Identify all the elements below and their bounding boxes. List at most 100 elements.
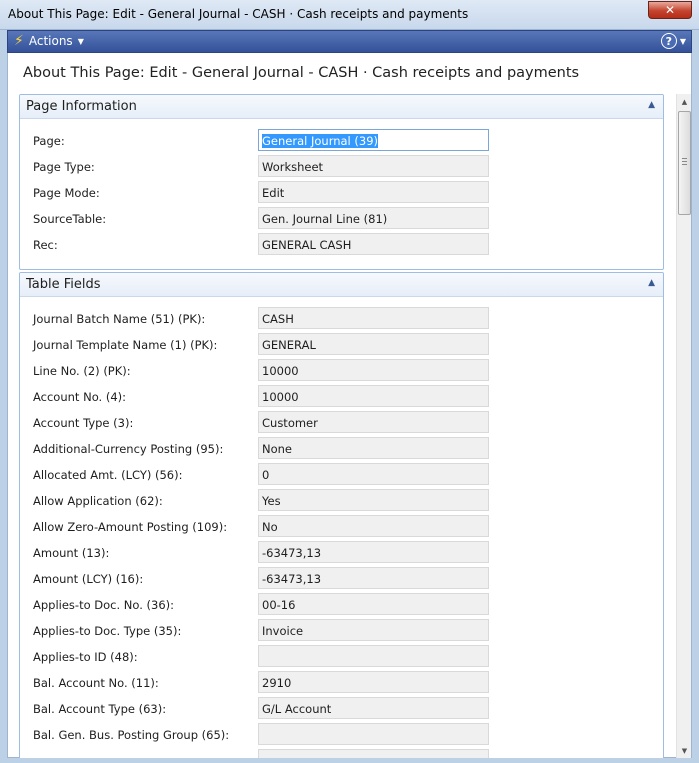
- field-row: Bal. Account Type (63): G/L Account: [20, 696, 663, 722]
- close-button[interactable]: ✕: [648, 1, 692, 19]
- field-value[interactable]: No: [258, 515, 489, 537]
- fasttab-title: Table Fields: [26, 277, 101, 292]
- field-row: [20, 748, 663, 758]
- field-value[interactable]: 2910: [258, 671, 489, 693]
- field-row: Amount (13): -63473,13: [20, 540, 663, 566]
- field-value[interactable]: 10000: [258, 359, 489, 381]
- page-content: About This Page: Edit - General Journal …: [7, 53, 692, 758]
- field-label: Bal. Account Type (63):: [33, 702, 167, 716]
- grip-line: [682, 158, 687, 159]
- field-value[interactable]: G/L Account: [258, 697, 489, 719]
- field-row: Amount (LCY) (16): -63473,13: [20, 566, 663, 592]
- field-row: Allow Application (62): Yes: [20, 488, 663, 514]
- field-label: Journal Template Name (1) (PK):: [33, 338, 218, 352]
- chevron-up-icon[interactable]: ▲: [648, 100, 655, 110]
- fasttab-title: Page Information: [26, 99, 137, 114]
- field-label: Allocated Amt. (LCY) (56):: [33, 468, 183, 482]
- field-value[interactable]: -63473,13: [258, 567, 489, 589]
- scroll-thumb[interactable]: [678, 111, 691, 215]
- grip-line: [682, 164, 687, 165]
- field-value[interactable]: None: [258, 437, 489, 459]
- field-label: Bal. Account No. (11):: [33, 676, 159, 690]
- help-icon: ?: [660, 33, 677, 49]
- field-label: SourceTable:: [33, 212, 107, 226]
- field-label: Additional-Currency Posting (95):: [33, 442, 224, 456]
- field-row: SourceTable: Gen. Journal Line (81): [20, 206, 663, 232]
- field-row: Page Mode: Edit: [20, 180, 663, 206]
- window-bottom-border: [7, 758, 692, 763]
- actions-menu-button[interactable]: ⚡ Actions ▼: [14, 34, 84, 48]
- table-fields-fasttab: Table Fields ▲ Journal Batch Name (51) (…: [19, 272, 664, 758]
- field-label: Bal. Gen. Bus. Posting Group (65):: [33, 728, 230, 742]
- lightning-icon: ⚡: [14, 33, 24, 49]
- field-value[interactable]: 00-16: [258, 593, 489, 615]
- field-value[interactable]: Customer: [258, 411, 489, 433]
- field-label: Applies-to Doc. No. (36):: [33, 598, 175, 612]
- field-label: Account No. (4):: [33, 390, 126, 404]
- field-value[interactable]: Gen. Journal Line (81): [258, 207, 489, 229]
- field-row: Page: General Journal (39): [20, 128, 663, 154]
- field-label: Allow Application (62):: [33, 494, 163, 508]
- field-value[interactable]: Invoice: [258, 619, 489, 641]
- caret-down-icon: ▼: [679, 36, 686, 46]
- scroll-area: Page Information ▲ Page: General Journal …: [19, 94, 664, 758]
- field-label: Journal Batch Name (51) (PK):: [33, 312, 206, 326]
- field-label: Page:: [33, 134, 65, 148]
- field-value[interactable]: -63473,13: [258, 541, 489, 563]
- caret-down-icon: ▼: [77, 36, 84, 46]
- table-fields-header[interactable]: Table Fields ▲: [20, 273, 663, 297]
- field-value[interactable]: 10000: [258, 385, 489, 407]
- field-value[interactable]: [258, 749, 489, 758]
- field-label: Line No. (2) (PK):: [33, 364, 131, 378]
- page-information-header[interactable]: Page Information ▲: [20, 95, 663, 119]
- field-row: Allow Zero-Amount Posting (109): No: [20, 514, 663, 540]
- field-row: Allocated Amt. (LCY) (56): 0: [20, 462, 663, 488]
- field-value[interactable]: [258, 645, 489, 667]
- field-row: Account Type (3): Customer: [20, 410, 663, 436]
- field-row: Bal. Gen. Bus. Posting Group (65):: [20, 722, 663, 748]
- field-label: Amount (13):: [33, 546, 110, 560]
- field-value[interactable]: General Journal (39): [258, 129, 489, 151]
- field-label: Account Type (3):: [33, 416, 134, 430]
- page-title: About This Page: Edit - General Journal …: [23, 65, 580, 81]
- field-label: Applies-to Doc. Type (35):: [33, 624, 182, 638]
- field-label: Page Mode:: [33, 186, 100, 200]
- action-bar: ⚡ Actions ▼ ? ▼: [7, 30, 692, 53]
- field-row: Rec: GENERAL CASH: [20, 232, 663, 258]
- scroll-down-arrow-icon[interactable]: ▼: [677, 743, 692, 758]
- chevron-up-icon[interactable]: ▲: [648, 278, 655, 288]
- close-icon: ✕: [664, 3, 676, 17]
- vertical-scrollbar[interactable]: ▲ ▼: [676, 94, 691, 758]
- field-label: Page Type:: [33, 160, 95, 174]
- field-label: Allow Zero-Amount Posting (109):: [33, 520, 228, 534]
- field-value[interactable]: 0: [258, 463, 489, 485]
- field-row: Applies-to Doc. No. (36): 00-16: [20, 592, 663, 618]
- page-information-fasttab: Page Information ▲ Page: General Journal …: [19, 94, 664, 270]
- field-row: Applies-to ID (48):: [20, 644, 663, 670]
- field-value[interactable]: [258, 723, 489, 745]
- title-bar: About This Page: Edit - General Journal …: [0, 0, 699, 30]
- field-row: Journal Batch Name (51) (PK): CASH: [20, 306, 663, 332]
- field-row: Bal. Account No. (11): 2910: [20, 670, 663, 696]
- field-value[interactable]: Yes: [258, 489, 489, 511]
- field-row: Line No. (2) (PK): 10000: [20, 358, 663, 384]
- help-menu-button[interactable]: ? ▼: [660, 33, 686, 49]
- scroll-up-arrow-icon[interactable]: ▲: [677, 94, 692, 109]
- field-label: Amount (LCY) (16):: [33, 572, 144, 586]
- field-row: Additional-Currency Posting (95): None: [20, 436, 663, 462]
- field-value[interactable]: Edit: [258, 181, 489, 203]
- field-value[interactable]: GENERAL CASH: [258, 233, 489, 255]
- selected-text: General Journal (39): [262, 134, 379, 148]
- grip-line: [682, 161, 687, 162]
- field-row: Account No. (4): 10000: [20, 384, 663, 410]
- field-value[interactable]: GENERAL: [258, 333, 489, 355]
- field-row: Page Type: Worksheet: [20, 154, 663, 180]
- window-title: About This Page: Edit - General Journal …: [8, 7, 469, 21]
- field-row: Applies-to Doc. Type (35): Invoice: [20, 618, 663, 644]
- field-row: Journal Template Name (1) (PK): GENERAL: [20, 332, 663, 358]
- field-label: Applies-to ID (48):: [33, 650, 138, 664]
- field-value[interactable]: Worksheet: [258, 155, 489, 177]
- field-label: Rec:: [33, 238, 58, 252]
- field-value[interactable]: CASH: [258, 307, 489, 329]
- actions-label: Actions: [28, 34, 73, 48]
